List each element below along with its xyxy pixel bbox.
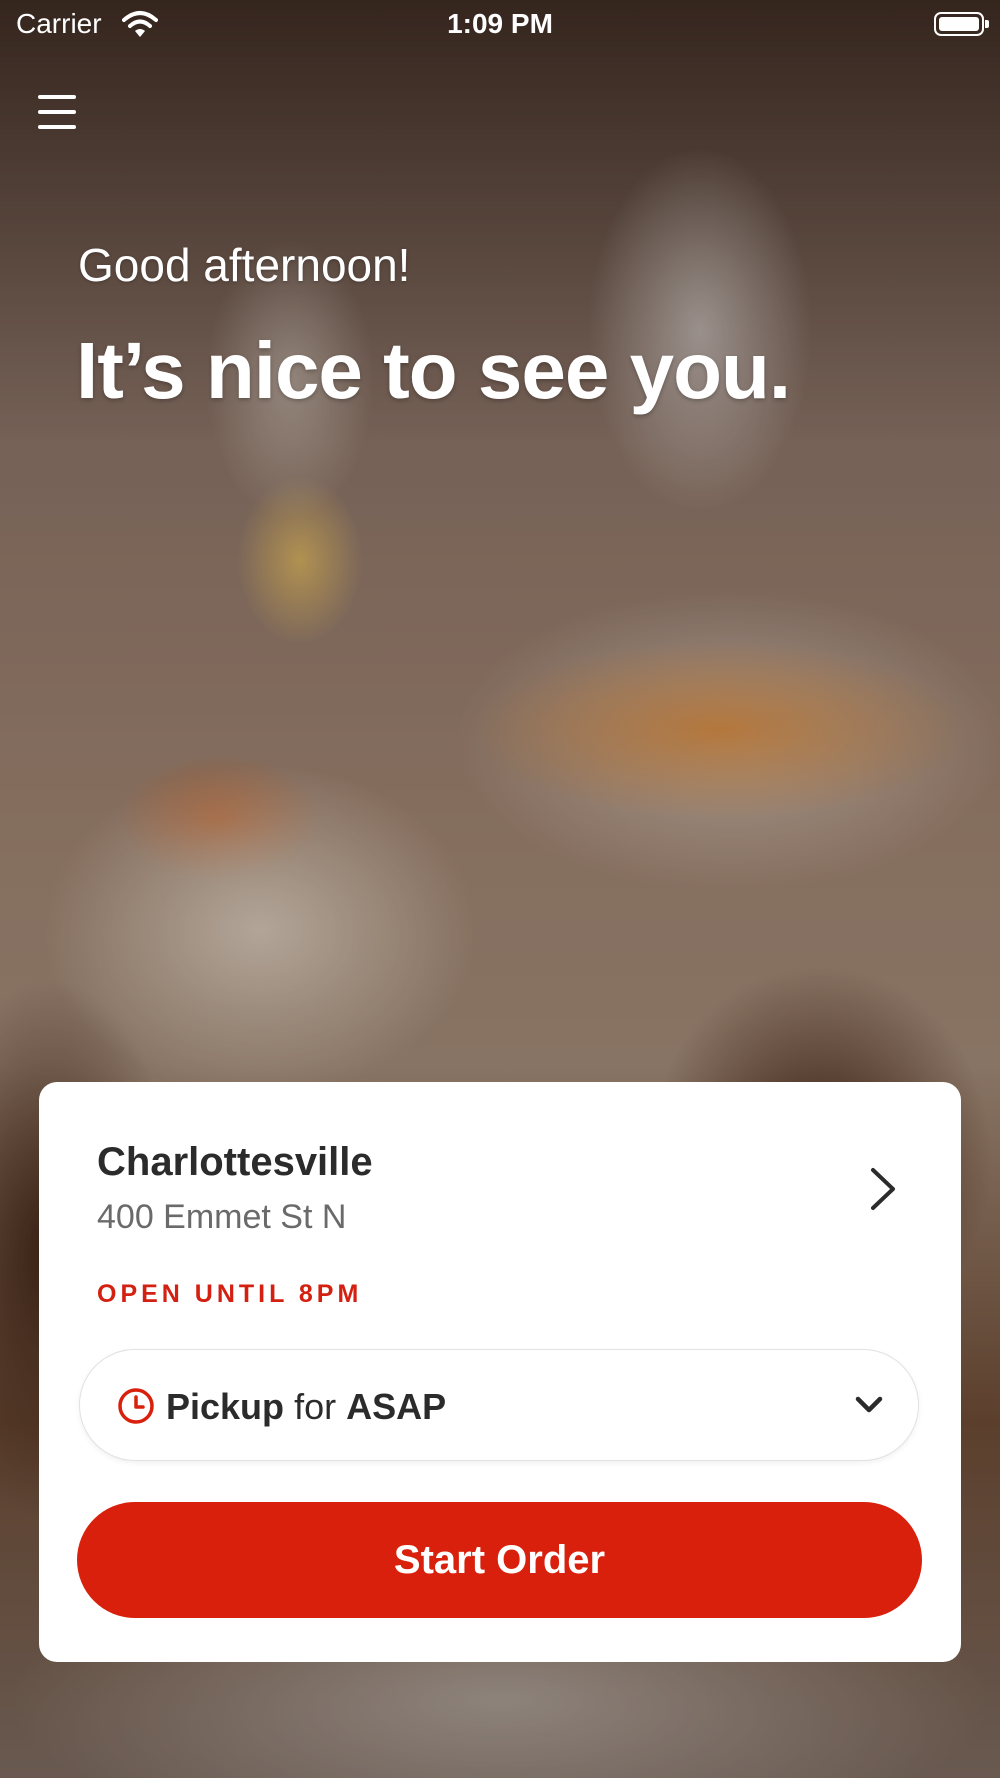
- location-name[interactable]: Charlottesville: [97, 1140, 373, 1185]
- order-mode-text: Pickup for ASAP: [166, 1386, 446, 1428]
- battery-icon: [934, 12, 989, 36]
- open-status-label: OPEN UNTIL 8PM: [97, 1280, 363, 1308]
- chevron-down-icon: [855, 1396, 883, 1413]
- headline-text: It’s nice to see you.: [76, 326, 791, 415]
- greeting-text: Good afternoon!: [78, 239, 411, 291]
- location-address[interactable]: 400 Emmet St N: [97, 1198, 346, 1237]
- clock-icon: [118, 1388, 154, 1424]
- order-mode-connector: for: [294, 1386, 337, 1427]
- order-time-value: ASAP: [346, 1386, 447, 1427]
- status-time: 1:09 PM: [447, 8, 553, 39]
- menu-icon[interactable]: [38, 95, 78, 131]
- start-order-button[interactable]: Start Order: [77, 1502, 922, 1618]
- status-bar: Carrier 1:09 PM: [0, 0, 1000, 50]
- location-card: Charlottesville 400 Emmet St N OPEN UNTI…: [39, 1082, 961, 1662]
- order-mode-selector[interactable]: Pickup for ASAP: [79, 1349, 919, 1461]
- chevron-right-icon[interactable]: [865, 1164, 901, 1214]
- order-mode-value: Pickup: [166, 1386, 285, 1427]
